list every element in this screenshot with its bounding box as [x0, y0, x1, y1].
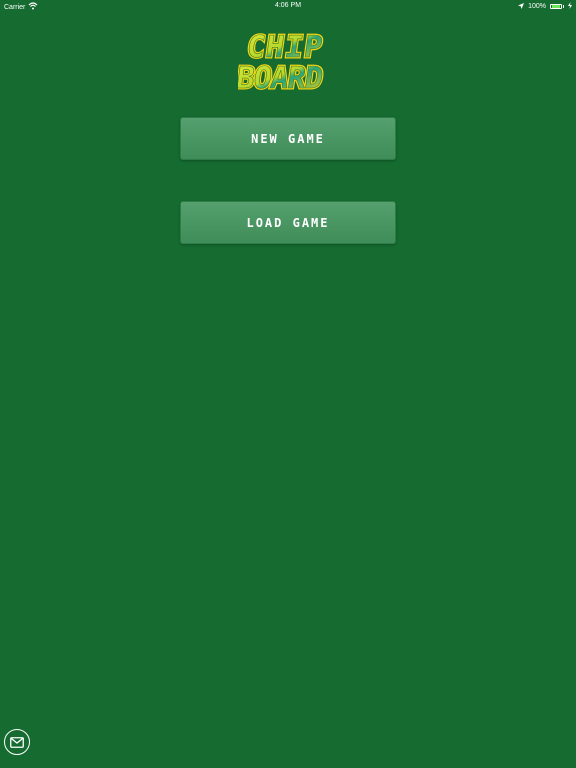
logo-line2-fill: BOARD: [238, 61, 324, 96]
mail-icon: [10, 733, 24, 752]
battery-fill: [552, 5, 560, 8]
status-bar: Carrier 4:06 PM 100%: [0, 0, 576, 12]
new-game-button[interactable]: NEW GAME: [180, 117, 396, 160]
logo-line1-fill: CHIP: [245, 30, 326, 65]
load-game-button[interactable]: LOAD GAME: [180, 201, 396, 244]
location-arrow-icon: [518, 2, 525, 11]
load-game-label: LOAD GAME: [246, 215, 330, 230]
charging-icon: [568, 2, 572, 11]
battery-icon: [550, 4, 562, 9]
battery-label: 100%: [528, 3, 546, 10]
new-game-label: NEW GAME: [251, 131, 325, 146]
app-logo: CHIP CHIP BOARD BOARD: [233, 26, 338, 98]
status-time: 4:06 PM: [274, 2, 302, 9]
status-right: 100%: [518, 2, 572, 11]
battery-tip: [563, 5, 564, 8]
mail-button[interactable]: [4, 729, 30, 755]
